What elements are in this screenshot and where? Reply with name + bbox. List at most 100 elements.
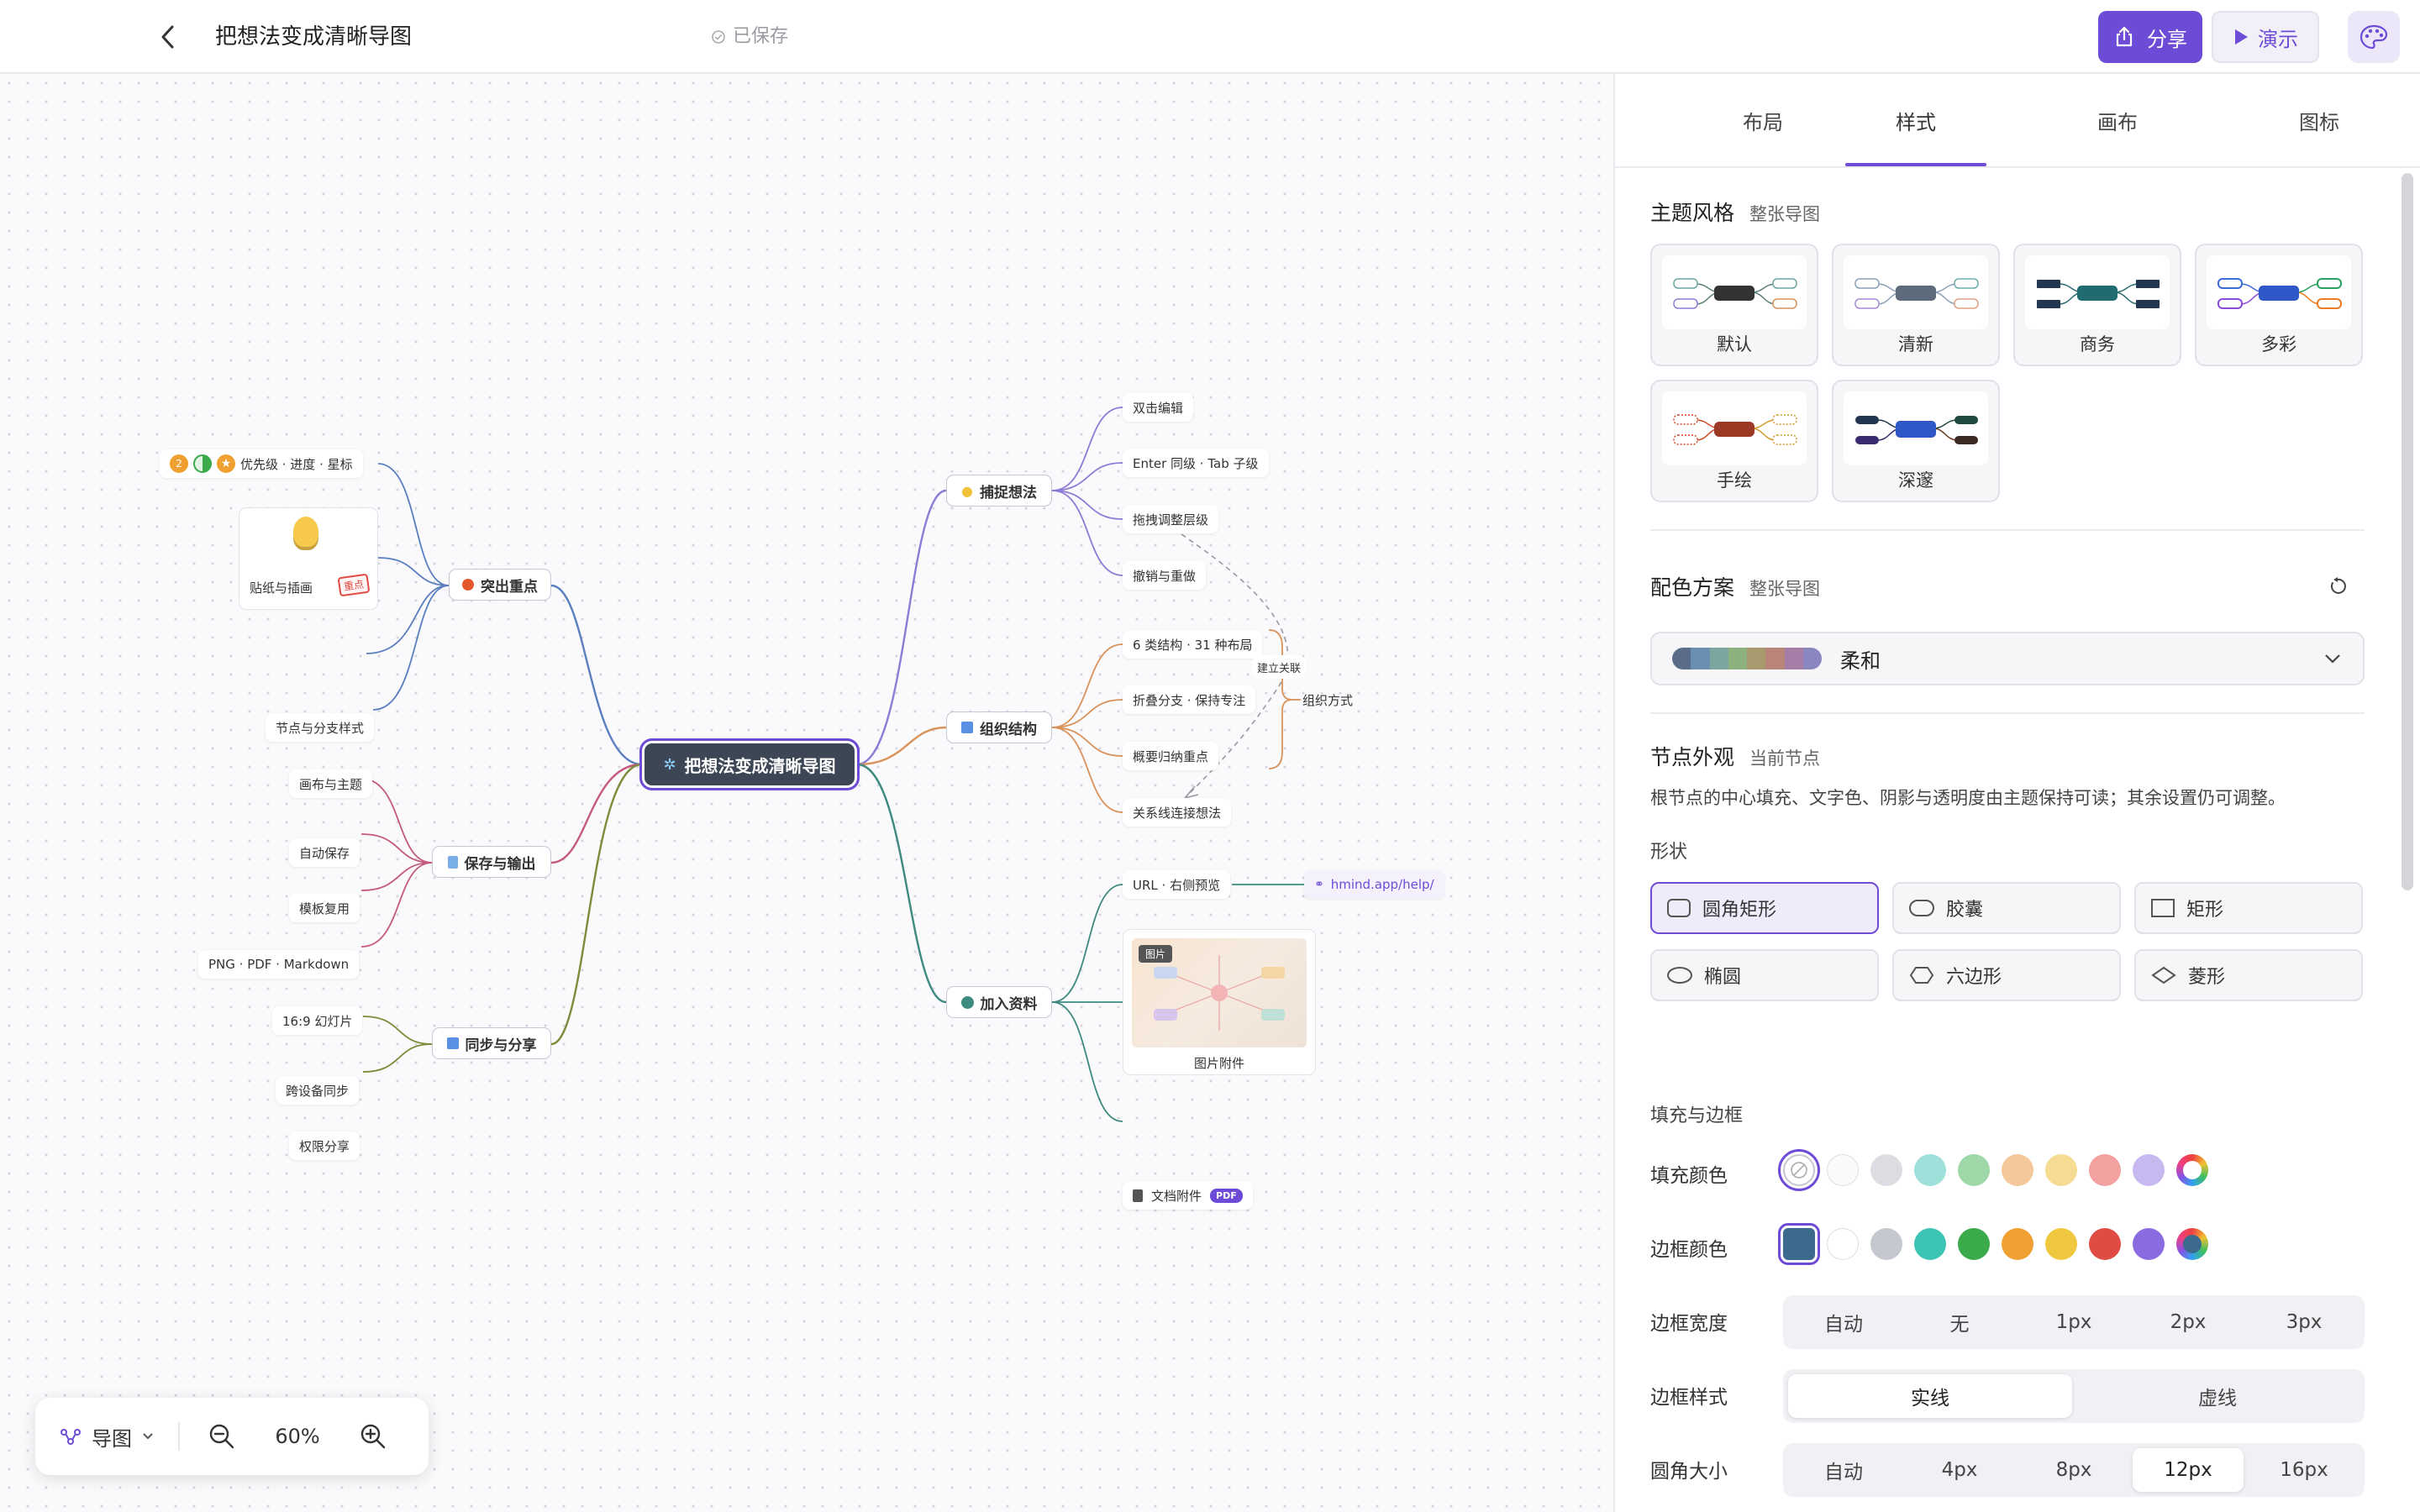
palette-dropdown[interactable]: 柔和 [1650, 632, 2365, 685]
shape-ellipse[interactable]: 椭圆 [1650, 949, 1879, 1001]
root-node[interactable]: ✲ 把想法变成清晰导图 [639, 738, 860, 790]
shape-rounded-rect[interactable]: 圆角矩形 [1650, 882, 1879, 934]
leaf-label: 画布与主题 [299, 776, 363, 792]
leaf-export-formats[interactable]: PNG · PDF · Markdown [198, 950, 360, 979]
theme-card-fresh[interactable]: 清新 [1832, 244, 2000, 366]
border-width-2px[interactable]: 2px [2133, 1300, 2244, 1344]
theme-card-deep[interactable]: 深邃 [1832, 380, 2000, 502]
border-swatch[interactable] [2133, 1228, 2165, 1260]
branch-add-materials[interactable]: 加入资料 [946, 986, 1052, 1018]
leaf-enter-tab[interactable]: Enter 同级 · Tab 子级 [1123, 449, 1269, 477]
tab-icons[interactable]: 图标 [2269, 106, 2370, 135]
share-button[interactable]: 分享 [2098, 11, 2202, 63]
leaf-document-attachment[interactable]: 文档附件 PDF [1123, 1181, 1253, 1210]
radius-4px[interactable]: 4px [1904, 1448, 2015, 1492]
theme-card-colorful[interactable]: 多彩 [2195, 244, 2363, 366]
zoom-out-button[interactable] [180, 1422, 264, 1451]
leaf-canvas-theme[interactable]: 画布与主题 [289, 769, 373, 798]
tab-style[interactable]: 样式 [1865, 106, 1966, 135]
theme-card-business[interactable]: 商务 [2013, 244, 2181, 366]
leaf-undo-redo[interactable]: 撤销与重做 [1123, 561, 1207, 590]
present-button[interactable]: 演示 [2212, 11, 2319, 63]
leaf-structures[interactable]: 6 类结构 · 31 种布局 [1123, 630, 1263, 659]
leaf-relation[interactable]: 关系线连接想法 [1123, 798, 1232, 827]
fill-custom-picker-icon[interactable] [2176, 1154, 2208, 1186]
leaf-slides[interactable]: 16:9 幻灯片 [272, 1006, 363, 1035]
document-icon [447, 855, 458, 869]
panel-scrollbar[interactable] [2402, 173, 2413, 890]
border-width-none[interactable]: 无 [1904, 1300, 2015, 1344]
branch-save-export[interactable]: 保存与输出 [432, 846, 551, 878]
theme-name: 清新 [1898, 334, 1933, 354]
shape-diamond[interactable]: 菱形 [2134, 949, 2363, 1001]
branch-capture-ideas[interactable]: ● 捕捉想法 [946, 475, 1052, 507]
leaf-url-preview[interactable]: URL · 右侧预览 [1123, 870, 1231, 899]
leaf-priority-progress-star[interactable]: 2 ★ 优先级 · 进度 · 星标 [160, 449, 363, 478]
image-attachment-node[interactable]: 图片 图片附件 [1123, 929, 1316, 1075]
border-width-3px[interactable]: 3px [2249, 1300, 2360, 1344]
border-width-auto[interactable]: 自动 [1788, 1300, 1899, 1344]
node-look-title: 节点外观 [1650, 745, 1735, 769]
leaf-drag-level[interactable]: 拖拽调整层级 [1123, 505, 1219, 533]
relation-label[interactable]: 建立关联 [1252, 655, 1307, 679]
summary-node[interactable]: 组织方式 [1292, 685, 1363, 714]
leaf-node-branch-style[interactable]: 节点与分支样式 [266, 713, 375, 742]
fill-swatch[interactable] [1870, 1154, 1902, 1186]
theme-card-hand-drawn[interactable]: 手绘 [1650, 380, 1818, 502]
theme-preview [1662, 391, 1807, 465]
leaf-sticker-illustration[interactable]: 贴纸与插画 重点 [239, 507, 378, 610]
leaf-autosave[interactable]: 自动保存 [289, 838, 360, 867]
fill-swatch[interactable] [2133, 1154, 2165, 1186]
mindmap-canvas[interactable]: ✲ 把想法变成清晰导图 ● 捕捉想法 组织结构 加入资料 双击编辑 Enter … [0, 74, 1613, 1512]
border-custom-picker-icon[interactable] [2176, 1228, 2208, 1260]
branch-label: 突出重点 [481, 578, 538, 596]
shape-hexagon[interactable]: 六边形 [1892, 949, 2121, 1001]
fill-swatch[interactable] [1778, 1149, 1820, 1191]
radius-16px[interactable]: 16px [2249, 1448, 2360, 1492]
radius-12px[interactable]: 12px [2133, 1448, 2244, 1492]
zoom-in-button[interactable] [331, 1422, 415, 1451]
theme-card-default[interactable]: 默认 [1650, 244, 1818, 366]
radius-8px[interactable]: 8px [2018, 1448, 2129, 1492]
border-swatch[interactable] [2002, 1228, 2033, 1260]
leaf-permission-share[interactable]: 权限分享 [289, 1131, 360, 1160]
document-title[interactable]: 把想法变成清晰导图 [215, 20, 412, 54]
panel-tabs: 布局 样式 画布 图标 [1615, 74, 2420, 168]
leaf-label: Enter 同级 · Tab 子级 [1133, 455, 1259, 471]
fill-swatch[interactable] [1958, 1154, 1990, 1186]
leaf-cross-device-sync[interactable]: 跨设备同步 [276, 1076, 360, 1105]
view-mode-dropdown[interactable]: 导图 [35, 1422, 178, 1452]
fill-swatch[interactable] [1827, 1154, 1859, 1186]
zoom-level[interactable]: 60% [264, 1425, 331, 1448]
border-swatch[interactable] [1870, 1228, 1902, 1260]
fill-swatch[interactable] [2002, 1154, 2033, 1186]
branch-organize-structure[interactable]: 组织结构 [946, 711, 1052, 743]
border-width-1px[interactable]: 1px [2018, 1300, 2129, 1344]
fill-swatch[interactable] [2089, 1154, 2121, 1186]
theme-palette-button[interactable] [2348, 11, 2400, 63]
border-swatch[interactable] [2045, 1228, 2077, 1260]
leaf-summary[interactable]: 概要归纳重点 [1123, 742, 1219, 770]
border-swatch[interactable] [1958, 1228, 1990, 1260]
border-swatch[interactable] [1827, 1228, 1859, 1260]
leaf-fold-branch[interactable]: 折叠分支 · 保持专注 [1123, 685, 1256, 714]
fill-swatch[interactable] [2045, 1154, 2077, 1186]
border-style-solid[interactable]: 实线 [1788, 1374, 2072, 1418]
tab-layout[interactable]: 布局 [1712, 106, 1813, 135]
back-button[interactable] [150, 18, 187, 55]
shape-capsule[interactable]: 胶囊 [1892, 882, 2121, 934]
tab-canvas[interactable]: 画布 [2067, 106, 2168, 135]
shape-rectangle[interactable]: 矩形 [2134, 882, 2363, 934]
branch-highlight[interactable]: 突出重点 [449, 569, 551, 601]
link-chip[interactable]: ⚭ hmind.app/help/ [1304, 870, 1444, 899]
border-swatch[interactable] [1778, 1223, 1820, 1265]
fill-swatch[interactable] [1914, 1154, 1946, 1186]
leaf-template-reuse[interactable]: 模板复用 [289, 894, 360, 922]
leaf-double-click-edit[interactable]: 双击编辑 [1123, 393, 1194, 422]
branch-sync-share[interactable]: 同步与分享 [432, 1027, 551, 1059]
border-swatch[interactable] [1914, 1228, 1946, 1260]
border-style-dashed[interactable]: 虚线 [2075, 1374, 2360, 1418]
radius-auto[interactable]: 自动 [1788, 1448, 1899, 1492]
border-swatch[interactable] [2089, 1228, 2121, 1260]
reset-palette-button[interactable] [2323, 571, 2353, 601]
